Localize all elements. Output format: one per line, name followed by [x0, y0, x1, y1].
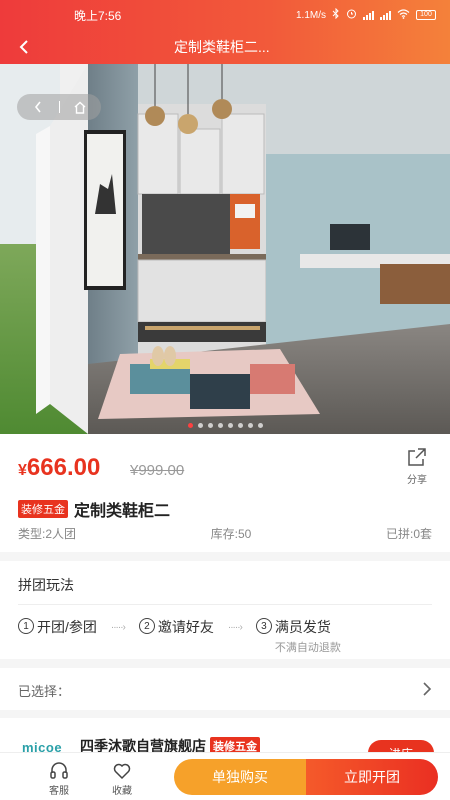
bluetooth-icon — [332, 7, 340, 22]
signal-icon — [363, 10, 374, 20]
step-text: 满员发货 不满自动退款 — [275, 617, 341, 655]
step-label: 邀请好友 — [157, 619, 214, 635]
carousel-dot[interactable] — [207, 423, 213, 428]
carousel-dot[interactable] — [257, 423, 263, 428]
carousel-dot[interactable] — [197, 423, 203, 428]
step-2: 2 邀请好友 — [138, 617, 214, 637]
chevron-right-icon — [423, 682, 432, 696]
group-rules-card: 拼团玩法 1 开团/参团 ·····› 2 邀请好友 ·····› 3 满员发货… — [0, 561, 450, 659]
product-image[interactable] — [0, 64, 450, 434]
customer-service-button[interactable]: 客服 — [39, 761, 79, 797]
carousel-indicator — [0, 423, 450, 428]
network-speed: 1.1M/s — [295, 9, 326, 21]
mini-back-button[interactable] — [17, 94, 59, 120]
product-title-row: 装修五金 定制类鞋柜二 — [18, 497, 170, 521]
step-label: 满员发货 — [274, 619, 331, 635]
share-icon — [408, 448, 426, 466]
heart-icon — [113, 763, 131, 780]
spec-selector[interactable]: 已选择： — [0, 668, 450, 710]
step-1: 1 开团/参团 — [18, 617, 97, 637]
mini-nav — [17, 94, 101, 120]
alarm-icon — [346, 8, 357, 22]
step-number: 1 — [18, 618, 34, 634]
joined-count: 已拼:0套 — [385, 527, 432, 541]
group-rules-title: 拼团玩法 — [18, 577, 74, 593]
step-arrow-icon: ·····› — [227, 622, 243, 633]
step-3: 3 满员发货 不满自动退款 — [255, 617, 341, 655]
home-button[interactable] — [59, 94, 101, 120]
buy-single-button[interactable]: 单独购买 — [174, 759, 306, 795]
app-header: 晚上7:56 1.1M/s 100 定制类鞋柜二... — [0, 0, 450, 64]
start-group-button[interactable]: 立即开团 — [306, 759, 438, 795]
page-title: 定制类鞋柜二... — [174, 39, 270, 55]
back-button[interactable] — [10, 33, 38, 61]
back-icon — [19, 40, 28, 54]
currency-symbol: ¥ — [18, 462, 27, 479]
share-label: 分享 — [407, 475, 427, 486]
price-card: ¥666.00 ¥999.00 分享 装修五金 定制类鞋柜二 类型:2人团 库存… — [0, 434, 450, 552]
step-number: 2 — [138, 618, 155, 634]
favorite-button[interactable]: 收藏 — [102, 761, 142, 797]
divider — [18, 604, 432, 605]
status-bar: 晚上7:56 1.1M/s 100 — [0, 0, 450, 30]
price-value: 666.00 — [26, 454, 101, 481]
group-steps: 1 开团/参团 ·····› 2 邀请好友 ·····› 3 满员发货 不满自动… — [18, 617, 432, 655]
carousel-dot[interactable] — [237, 423, 243, 428]
home-icon — [74, 101, 86, 114]
back-icon — [34, 101, 41, 113]
battery-icon: 100 — [416, 10, 436, 20]
step-number: 3 — [255, 618, 272, 634]
bottom-action-bar: 客服 收藏 单独购买 立即开团 — [0, 752, 450, 800]
headset-icon — [50, 762, 68, 779]
status-icons: 1.1M/s 100 — [295, 7, 436, 22]
stock-count: 库存:50 — [210, 527, 252, 541]
signal-icon-2 — [380, 10, 391, 20]
category-tag: 装修五金 — [18, 500, 68, 518]
step-sublabel: 不满自动退款 — [274, 642, 341, 654]
product-meta: 类型:2人团 库存:50 已拼:0套 — [18, 525, 432, 542]
carousel-dot[interactable] — [187, 423, 193, 428]
selected-label: 已选择： — [18, 684, 71, 699]
current-price: ¥666.00 — [18, 454, 100, 482]
customer-service-label: 客服 — [49, 786, 69, 797]
group-type: 类型:2人团 — [18, 527, 77, 541]
original-price: ¥999.00 — [130, 462, 185, 479]
carousel-dot[interactable] — [217, 423, 223, 428]
carousel-dot[interactable] — [227, 423, 233, 428]
nav-bar: 定制类鞋柜二... — [0, 30, 450, 64]
share-button[interactable]: 分享 — [402, 446, 432, 486]
step-arrow-icon: ·····› — [110, 622, 126, 633]
wifi-icon — [397, 8, 410, 22]
product-name: 定制类鞋柜二 — [74, 503, 171, 520]
step-label: 开团/参团 — [37, 619, 97, 635]
favorite-label: 收藏 — [112, 786, 132, 797]
status-time: 晚上7:56 — [74, 8, 122, 23]
carousel-dot[interactable] — [247, 423, 253, 428]
